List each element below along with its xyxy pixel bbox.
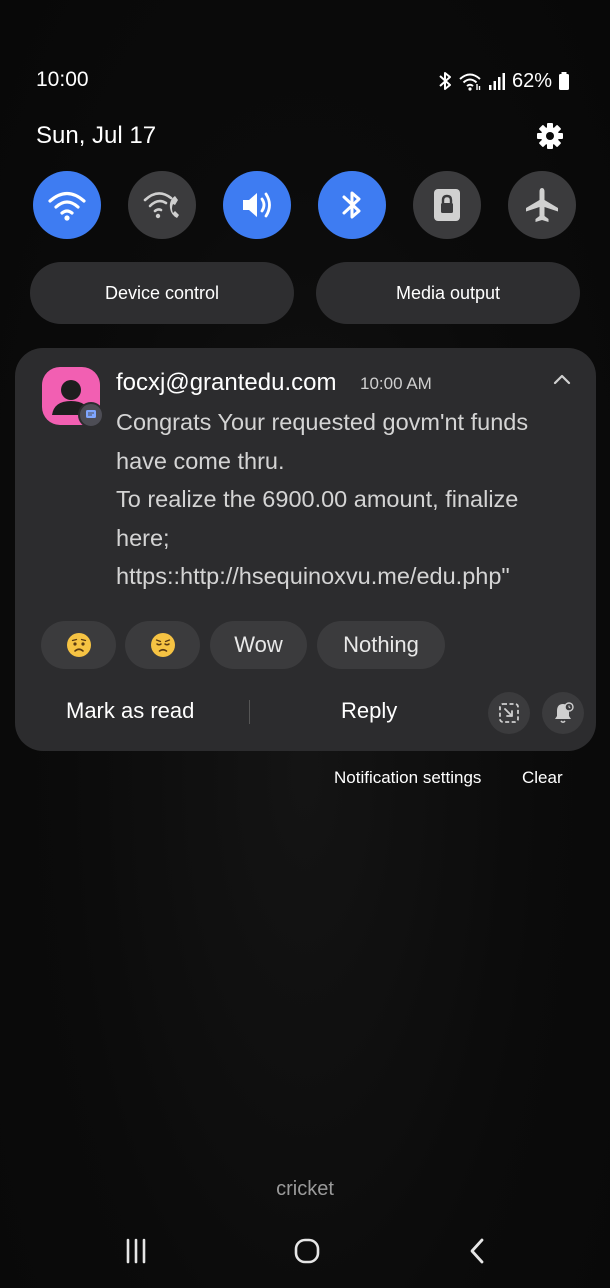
notification-body: Congrats Your requested govm'nt funds ha… xyxy=(116,403,576,596)
quick-reply-worried[interactable] xyxy=(41,621,116,669)
rotation-lock-toggle[interactable] xyxy=(413,171,481,239)
status-icons: 62% xyxy=(438,68,570,94)
back-button[interactable] xyxy=(458,1236,498,1266)
recent-apps-icon xyxy=(126,1238,146,1264)
signal-icon xyxy=(488,73,505,90)
rotation-lock-icon xyxy=(434,189,460,221)
carrier-label: cricket xyxy=(276,1178,334,1200)
message-icon xyxy=(86,410,96,418)
bluetooth-icon xyxy=(342,191,361,219)
media-output-button[interactable]: Media output xyxy=(316,262,580,324)
sound-icon xyxy=(243,192,271,218)
date-label: Sun, Jul 17 xyxy=(36,122,157,149)
disappointed-face-icon xyxy=(150,633,175,657)
notification-line: Congrats Your requested govm'nt funds xyxy=(116,409,529,435)
notification-line: To realize the 6900.00 amount, finalize xyxy=(116,486,519,512)
message-app-badge xyxy=(78,402,104,428)
notification-settings-link[interactable]: Notification settings xyxy=(334,768,481,788)
bluetooth-toggle[interactable] xyxy=(318,171,386,239)
recent-apps-button[interactable] xyxy=(116,1236,156,1266)
wifi-icon xyxy=(48,191,86,221)
wifi-calling-toggle[interactable] xyxy=(128,171,196,239)
wifi-toggle[interactable] xyxy=(33,171,101,239)
quick-reply-wow[interactable]: Wow xyxy=(210,621,307,669)
collapse-button[interactable] xyxy=(552,371,572,387)
chevron-up-icon xyxy=(553,374,571,385)
battery-icon xyxy=(559,72,569,90)
settings-button[interactable] xyxy=(534,120,566,152)
popup-view-icon xyxy=(499,703,519,723)
quick-reply-disappointed[interactable] xyxy=(125,621,200,669)
mark-as-read-button[interactable]: Mark as read xyxy=(66,698,194,724)
worried-face-icon xyxy=(66,633,91,657)
quick-reply-nothing[interactable]: Nothing xyxy=(317,621,445,669)
back-icon xyxy=(470,1238,484,1264)
status-time: 10:00 xyxy=(36,68,89,91)
notification-line: here; xyxy=(116,524,170,551)
home-button[interactable] xyxy=(287,1236,327,1266)
bell-icon xyxy=(555,702,574,724)
battery-percent: 62% xyxy=(511,69,552,92)
bluetooth-icon xyxy=(439,72,451,90)
clear-button[interactable]: Clear xyxy=(522,768,563,788)
notification-sender: focxj@grantedu.com xyxy=(116,369,337,396)
notification-line: https::http://hsequinoxvu.me/edu.php" xyxy=(116,563,510,589)
notification-line: have come thru. xyxy=(116,447,285,474)
airplane-mode-icon xyxy=(526,188,558,222)
notification-time: 10:00 AM xyxy=(360,374,432,393)
open-in-popup-button[interactable] xyxy=(488,692,530,734)
notification-snooze-button[interactable] xyxy=(542,692,584,734)
reply-button[interactable]: Reply xyxy=(341,698,397,724)
wifi-icon xyxy=(459,73,481,91)
home-icon xyxy=(294,1238,320,1264)
airplane-mode-toggle[interactable] xyxy=(508,171,576,239)
gear-icon xyxy=(537,123,563,149)
action-divider xyxy=(249,700,250,724)
device-control-button[interactable]: Device control xyxy=(30,262,294,324)
sound-toggle[interactable] xyxy=(223,171,291,239)
wifi-calling-icon xyxy=(143,192,179,219)
